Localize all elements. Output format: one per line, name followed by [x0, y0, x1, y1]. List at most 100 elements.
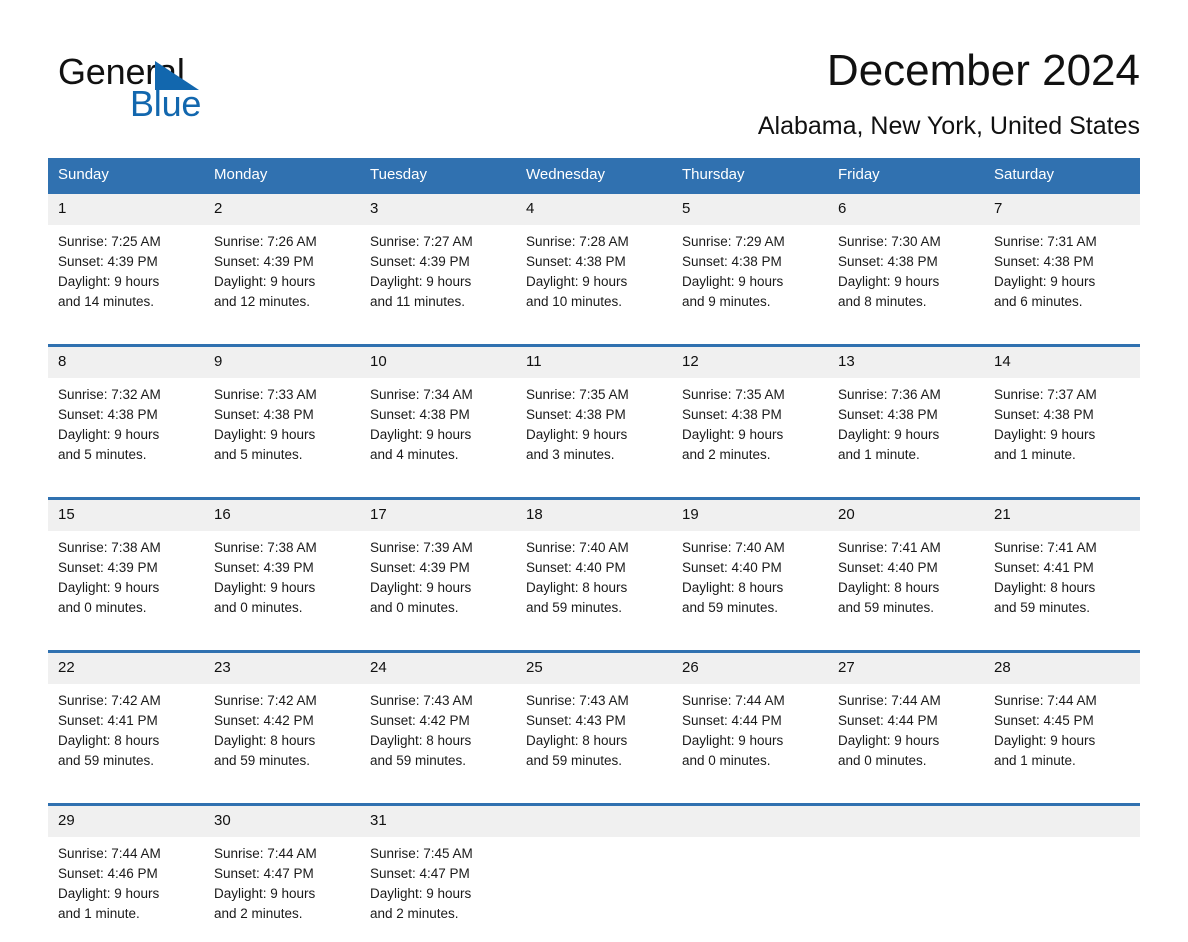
daylight-text-line1: Daylight: 9 hours — [526, 425, 666, 445]
sunrise-text: Sunrise: 7:44 AM — [838, 691, 978, 711]
sunrise-text: Sunrise: 7:26 AM — [214, 232, 354, 252]
daylight-text-line2: and 0 minutes. — [682, 751, 822, 771]
day-number: 28 — [984, 653, 1140, 684]
daylight-text-line2: and 5 minutes. — [58, 445, 198, 465]
day-details: Sunrise: 7:25 AMSunset: 4:39 PMDaylight:… — [48, 225, 204, 330]
calendar-day-cell[interactable]: 3Sunrise: 7:27 AMSunset: 4:39 PMDaylight… — [360, 193, 516, 331]
calendar-header-row: Sunday Monday Tuesday Wednesday Thursday… — [48, 158, 1140, 193]
calendar-day-cell[interactable]: 11Sunrise: 7:35 AMSunset: 4:38 PMDayligh… — [516, 346, 672, 484]
sunrise-text: Sunrise: 7:32 AM — [58, 385, 198, 405]
calendar-day-cell[interactable]: 10Sunrise: 7:34 AMSunset: 4:38 PMDayligh… — [360, 346, 516, 484]
calendar-day-cell[interactable]: 8Sunrise: 7:32 AMSunset: 4:38 PMDaylight… — [48, 346, 204, 484]
daylight-text-line1: Daylight: 8 hours — [370, 731, 510, 751]
daylight-text-line2: and 14 minutes. — [58, 292, 198, 312]
calendar-day-cell[interactable]: 26Sunrise: 7:44 AMSunset: 4:44 PMDayligh… — [672, 652, 828, 790]
daylight-text-line1: Daylight: 9 hours — [214, 884, 354, 904]
calendar-table: Sunday Monday Tuesday Wednesday Thursday… — [48, 158, 1140, 942]
sunrise-text: Sunrise: 7:35 AM — [526, 385, 666, 405]
daylight-text-line2: and 59 minutes. — [682, 598, 822, 618]
sunset-text: Sunset: 4:39 PM — [58, 252, 198, 272]
day-details: Sunrise: 7:38 AMSunset: 4:39 PMDaylight:… — [204, 531, 360, 636]
daylight-text-line2: and 0 minutes. — [370, 598, 510, 618]
title-block: December 2024 Alabama, New York, United … — [758, 44, 1140, 142]
calendar-day-cell[interactable]: 18Sunrise: 7:40 AMSunset: 4:40 PMDayligh… — [516, 499, 672, 637]
calendar-day-cell[interactable]: 6Sunrise: 7:30 AMSunset: 4:38 PMDaylight… — [828, 193, 984, 331]
calendar-day-cell[interactable]: 27Sunrise: 7:44 AMSunset: 4:44 PMDayligh… — [828, 652, 984, 790]
sunset-text: Sunset: 4:38 PM — [994, 252, 1134, 272]
page-header: General Blue December 2024 Alabama, New … — [0, 0, 1188, 150]
calendar-day-cell[interactable]: 2Sunrise: 7:26 AMSunset: 4:39 PMDaylight… — [204, 193, 360, 331]
daylight-text-line1: Daylight: 8 hours — [526, 578, 666, 598]
calendar-day-cell[interactable]: 4Sunrise: 7:28 AMSunset: 4:38 PMDaylight… — [516, 193, 672, 331]
sunset-text: Sunset: 4:38 PM — [682, 252, 822, 272]
calendar-day-cell[interactable]: 15Sunrise: 7:38 AMSunset: 4:39 PMDayligh… — [48, 499, 204, 637]
calendar-day-cell[interactable]: 22Sunrise: 7:42 AMSunset: 4:41 PMDayligh… — [48, 652, 204, 790]
day-number — [828, 806, 984, 837]
sunset-text: Sunset: 4:38 PM — [838, 252, 978, 272]
calendar-day-cell[interactable]: 24Sunrise: 7:43 AMSunset: 4:42 PMDayligh… — [360, 652, 516, 790]
calendar-day-cell[interactable]: 19Sunrise: 7:40 AMSunset: 4:40 PMDayligh… — [672, 499, 828, 637]
week-spacer-cell — [48, 330, 1140, 346]
sunrise-text: Sunrise: 7:40 AM — [682, 538, 822, 558]
calendar-day-cell[interactable]: 25Sunrise: 7:43 AMSunset: 4:43 PMDayligh… — [516, 652, 672, 790]
calendar-day-cell[interactable]: 17Sunrise: 7:39 AMSunset: 4:39 PMDayligh… — [360, 499, 516, 637]
day-number: 10 — [360, 347, 516, 378]
daylight-text-line1: Daylight: 9 hours — [58, 272, 198, 292]
sunset-text: Sunset: 4:38 PM — [682, 405, 822, 425]
calendar-day-cell[interactable]: 12Sunrise: 7:35 AMSunset: 4:38 PMDayligh… — [672, 346, 828, 484]
daylight-text-line1: Daylight: 9 hours — [682, 272, 822, 292]
calendar-day-cell[interactable]: 30Sunrise: 7:44 AMSunset: 4:47 PMDayligh… — [204, 805, 360, 942]
calendar-day-cell[interactable]: 21Sunrise: 7:41 AMSunset: 4:41 PMDayligh… — [984, 499, 1140, 637]
daylight-text-line1: Daylight: 9 hours — [994, 425, 1134, 445]
sunrise-text: Sunrise: 7:43 AM — [370, 691, 510, 711]
daylight-text-line1: Daylight: 8 hours — [838, 578, 978, 598]
calendar-day-cell[interactable]: 29Sunrise: 7:44 AMSunset: 4:46 PMDayligh… — [48, 805, 204, 942]
day-number: 5 — [672, 194, 828, 225]
daylight-text-line1: Daylight: 9 hours — [370, 272, 510, 292]
sunrise-text: Sunrise: 7:45 AM — [370, 844, 510, 864]
calendar-day-cell[interactable]: 7Sunrise: 7:31 AMSunset: 4:38 PMDaylight… — [984, 193, 1140, 331]
calendar-day-cell[interactable]: 28Sunrise: 7:44 AMSunset: 4:45 PMDayligh… — [984, 652, 1140, 790]
daylight-text-line2: and 0 minutes. — [214, 598, 354, 618]
daylight-text-line1: Daylight: 9 hours — [370, 425, 510, 445]
calendar-day-cell[interactable]: 20Sunrise: 7:41 AMSunset: 4:40 PMDayligh… — [828, 499, 984, 637]
daylight-text-line2: and 10 minutes. — [526, 292, 666, 312]
daylight-text-line1: Daylight: 8 hours — [526, 731, 666, 751]
daylight-text-line2: and 59 minutes. — [526, 751, 666, 771]
calendar-week-row: 29Sunrise: 7:44 AMSunset: 4:46 PMDayligh… — [48, 805, 1140, 942]
day-details: Sunrise: 7:37 AMSunset: 4:38 PMDaylight:… — [984, 378, 1140, 483]
week-spacer — [48, 636, 1140, 652]
sunset-text: Sunset: 4:39 PM — [370, 558, 510, 578]
calendar-week-row: 8Sunrise: 7:32 AMSunset: 4:38 PMDaylight… — [48, 346, 1140, 484]
daylight-text-line2: and 59 minutes. — [526, 598, 666, 618]
sunrise-text: Sunrise: 7:39 AM — [370, 538, 510, 558]
day-number: 4 — [516, 194, 672, 225]
calendar-day-cell[interactable]: 13Sunrise: 7:36 AMSunset: 4:38 PMDayligh… — [828, 346, 984, 484]
sunset-text: Sunset: 4:38 PM — [214, 405, 354, 425]
sunset-text: Sunset: 4:42 PM — [214, 711, 354, 731]
calendar-day-cell[interactable]: 9Sunrise: 7:33 AMSunset: 4:38 PMDaylight… — [204, 346, 360, 484]
sunrise-text: Sunrise: 7:40 AM — [526, 538, 666, 558]
day-details: Sunrise: 7:44 AMSunset: 4:44 PMDaylight:… — [828, 684, 984, 789]
sunrise-text: Sunrise: 7:44 AM — [214, 844, 354, 864]
calendar-day-cell[interactable]: 14Sunrise: 7:37 AMSunset: 4:38 PMDayligh… — [984, 346, 1140, 484]
sunset-text: Sunset: 4:43 PM — [526, 711, 666, 731]
daylight-text-line1: Daylight: 9 hours — [58, 884, 198, 904]
calendar-day-cell[interactable]: 1Sunrise: 7:25 AMSunset: 4:39 PMDaylight… — [48, 193, 204, 331]
weekday-header-sunday: Sunday — [48, 158, 204, 193]
day-number: 3 — [360, 194, 516, 225]
daylight-text-line2: and 9 minutes. — [682, 292, 822, 312]
calendar-day-cell[interactable]: 23Sunrise: 7:42 AMSunset: 4:42 PMDayligh… — [204, 652, 360, 790]
day-number: 30 — [204, 806, 360, 837]
calendar-day-cell[interactable]: 5Sunrise: 7:29 AMSunset: 4:38 PMDaylight… — [672, 193, 828, 331]
sunrise-text: Sunrise: 7:44 AM — [682, 691, 822, 711]
daylight-text-line1: Daylight: 9 hours — [214, 272, 354, 292]
calendar-day-cell[interactable]: 31Sunrise: 7:45 AMSunset: 4:47 PMDayligh… — [360, 805, 516, 942]
day-details: Sunrise: 7:40 AMSunset: 4:40 PMDaylight:… — [672, 531, 828, 636]
calendar-day-cell[interactable]: 16Sunrise: 7:38 AMSunset: 4:39 PMDayligh… — [204, 499, 360, 637]
sunset-text: Sunset: 4:40 PM — [838, 558, 978, 578]
page-title: December 2024 — [758, 44, 1140, 98]
general-blue-logo[interactable]: General Blue — [58, 52, 318, 124]
day-details: Sunrise: 7:41 AMSunset: 4:40 PMDaylight:… — [828, 531, 984, 636]
sunrise-text: Sunrise: 7:43 AM — [526, 691, 666, 711]
